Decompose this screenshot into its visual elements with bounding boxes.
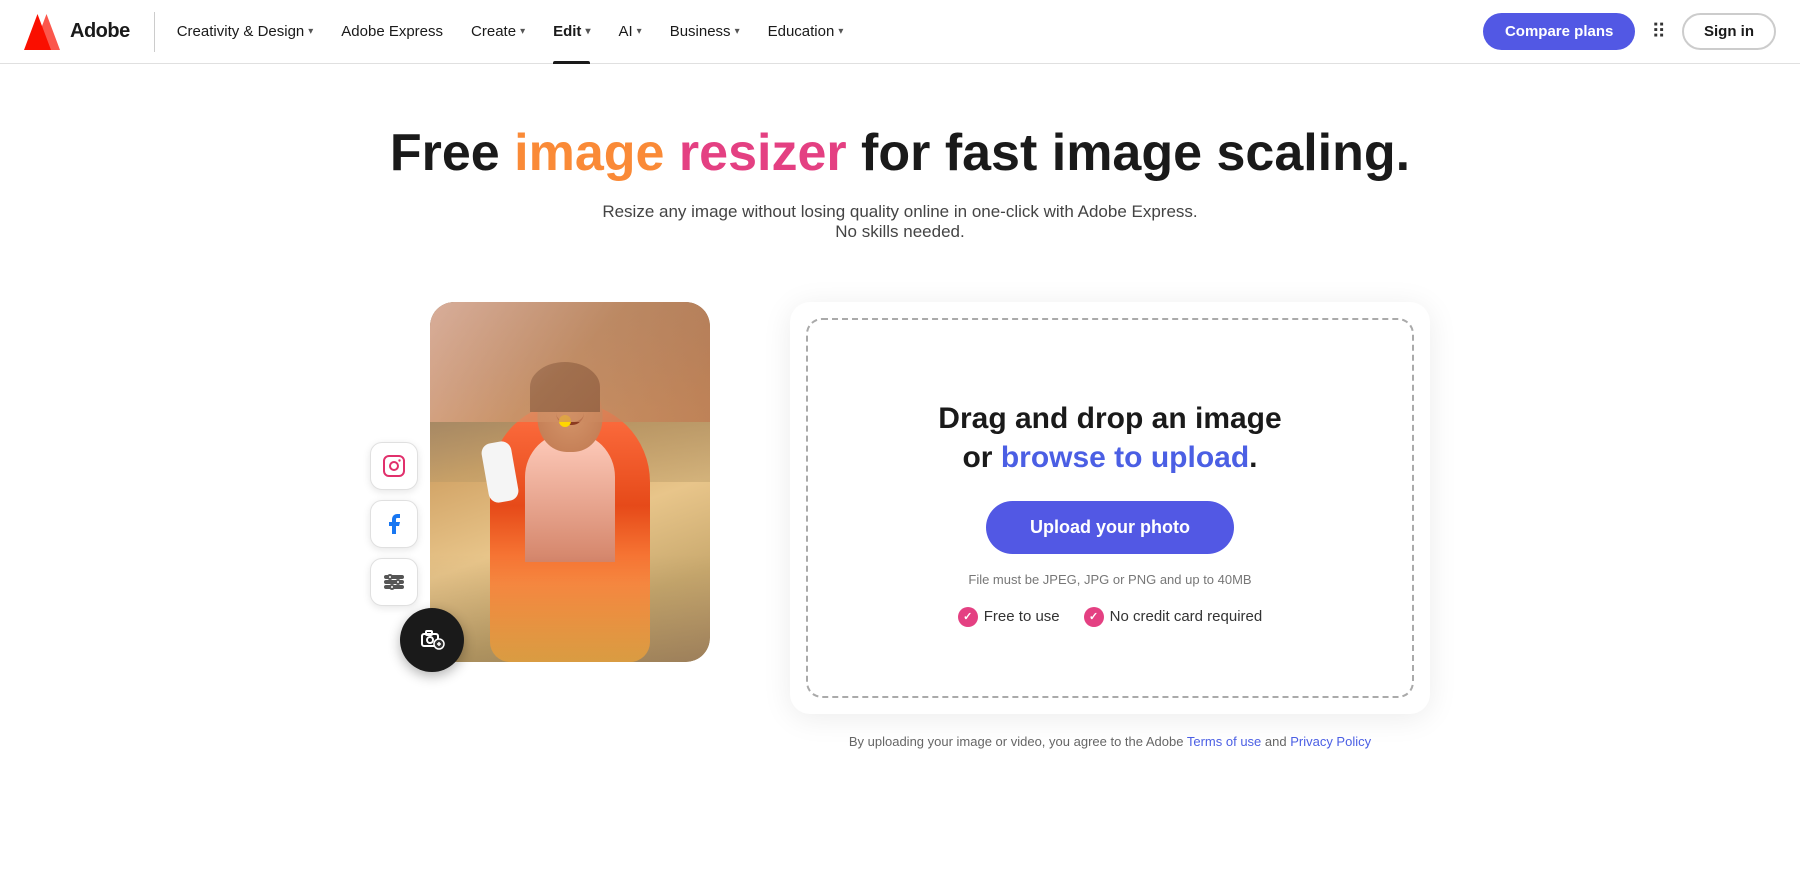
hero-title: Free image resizer for fast image scalin…: [20, 124, 1780, 184]
hero-title-resizer: resizer: [679, 124, 847, 182]
chevron-down-icon: ▾: [637, 26, 642, 37]
check-icon-credit: ✓: [1084, 607, 1104, 627]
facebook-icon-button[interactable]: [370, 500, 418, 548]
instagram-icon-button[interactable]: [370, 442, 418, 490]
sign-in-button[interactable]: Sign in: [1682, 13, 1776, 50]
upload-terms: By uploading your image or video, you ag…: [790, 734, 1430, 749]
browse-link[interactable]: browse to upload: [1001, 441, 1249, 474]
upload-photo-button[interactable]: Upload your photo: [986, 501, 1234, 554]
chevron-down-icon: ▾: [838, 26, 843, 37]
chevron-down-icon: ▾: [585, 26, 590, 37]
upload-hint: File must be JPEG, JPG or PNG and up to …: [968, 572, 1251, 587]
compare-plans-button[interactable]: Compare plans: [1483, 13, 1635, 50]
upload-box-section: Drag and drop an image or browse to uplo…: [790, 302, 1430, 749]
grid-icon[interactable]: ⠿: [1651, 19, 1666, 44]
privacy-policy-link[interactable]: Privacy Policy: [1290, 734, 1371, 749]
nav-item-creativity[interactable]: Creativity & Design ▾: [163, 0, 328, 64]
hero-section: Free image resizer for fast image scalin…: [0, 64, 1800, 282]
nav-divider: [154, 12, 155, 52]
main-content: Drag and drop an image or browse to uplo…: [200, 282, 1600, 789]
preview-image: [430, 302, 710, 662]
nav-item-ai[interactable]: AI ▾: [604, 0, 655, 64]
upload-drop-zone[interactable]: Drag and drop an image or browse to uplo…: [806, 318, 1414, 698]
hero-title-suffix: for fast image scaling.: [847, 124, 1411, 182]
no-credit-card-badge: ✓ No credit card required: [1084, 607, 1263, 627]
chevron-down-icon: ▾: [308, 26, 313, 37]
terms-of-use-link[interactable]: Terms of use: [1187, 734, 1261, 749]
upload-title: Drag and drop an image or browse to uplo…: [938, 399, 1281, 477]
circular-action-button[interactable]: [400, 608, 464, 672]
adobe-logo-icon: [24, 14, 60, 50]
nav-item-express[interactable]: Adobe Express: [327, 0, 457, 64]
upload-outer: Drag and drop an image or browse to uplo…: [790, 302, 1430, 714]
hero-title-prefix: Free: [390, 124, 514, 182]
left-preview-section: [370, 302, 730, 662]
chevron-down-icon: ▾: [520, 26, 525, 37]
nav-item-business[interactable]: Business ▾: [656, 0, 754, 64]
social-icons-panel: [370, 442, 418, 606]
adobe-text: Adobe: [70, 20, 130, 43]
nav-right: Compare plans ⠿ Sign in: [1483, 13, 1776, 50]
chevron-down-icon: ▾: [735, 26, 740, 37]
hero-title-image: image: [514, 124, 664, 182]
logo[interactable]: Adobe: [24, 14, 130, 50]
hero-subtitle: Resize any image without losing quality …: [600, 202, 1200, 242]
settings-icon-button[interactable]: [370, 558, 418, 606]
upload-badges: ✓ Free to use ✓ No credit card required: [958, 607, 1262, 627]
check-icon-free: ✓: [958, 607, 978, 627]
nav-item-education[interactable]: Education ▾: [754, 0, 858, 64]
nav-item-create[interactable]: Create ▾: [457, 0, 539, 64]
navbar: Adobe Creativity & Design ▾ Adobe Expres…: [0, 0, 1800, 64]
nav-item-edit[interactable]: Edit ▾: [539, 0, 604, 64]
free-to-use-badge: ✓ Free to use: [958, 607, 1060, 627]
